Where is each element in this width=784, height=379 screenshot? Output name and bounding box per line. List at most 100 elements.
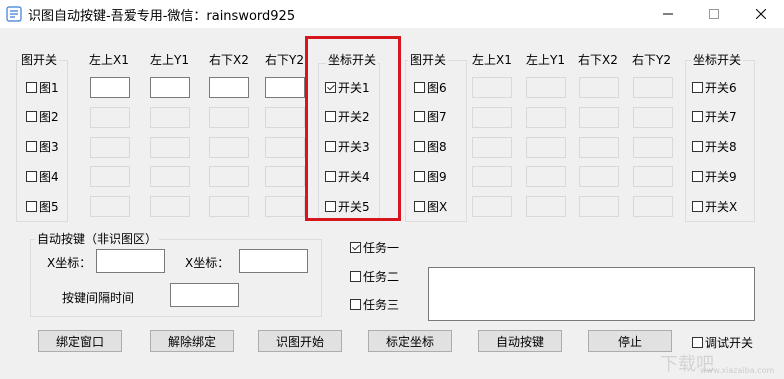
coord-input-r2-x1[interactable] <box>90 107 130 128</box>
coord-input-r7-y2[interactable] <box>633 107 673 128</box>
pic-checkbox-1[interactable]: 图1 <box>26 79 59 95</box>
coord-input-rx-x2[interactable] <box>579 196 619 217</box>
log-textarea[interactable] <box>428 267 755 321</box>
checkbox-box[interactable] <box>414 110 425 122</box>
checkbox-box[interactable] <box>692 170 703 182</box>
coord-input-r8-x1[interactable] <box>472 137 512 158</box>
coord-input-r5-x1[interactable] <box>90 196 130 217</box>
checkbox-label: 开关9 <box>705 169 737 184</box>
coord-switch-6[interactable]: 开关6 <box>692 79 737 95</box>
pic-checkbox-9[interactable]: 图9 <box>414 168 447 184</box>
checkbox-label: 任务三 <box>363 297 400 312</box>
pic-checkbox-x[interactable]: 图X <box>414 198 447 214</box>
coord-input-r3-x2[interactable] <box>209 137 249 158</box>
coord-switch-9[interactable]: 开关9 <box>692 168 737 184</box>
coord-input-r1-y1[interactable] <box>150 77 190 98</box>
coord-input-r1-y2[interactable] <box>265 77 305 98</box>
coord-input-r9-x2[interactable] <box>579 166 619 187</box>
y-coord-label: X坐标： <box>185 256 230 270</box>
pic-checkbox-3[interactable]: 图3 <box>26 138 59 154</box>
checkbox-box[interactable] <box>26 170 37 182</box>
checkbox-box[interactable] <box>26 81 37 93</box>
pic-checkbox-4[interactable]: 图4 <box>26 168 59 184</box>
coord-input-r3-y1[interactable] <box>150 137 190 158</box>
coord-input-r9-x1[interactable] <box>472 166 512 187</box>
coord-input-r4-y2[interactable] <box>265 166 305 187</box>
checkbox-box[interactable] <box>26 200 37 212</box>
checkbox-box[interactable] <box>414 170 425 182</box>
maximize-button[interactable] <box>691 0 737 28</box>
coord-input-r9-y2[interactable] <box>633 166 673 187</box>
y-coord-input[interactable] <box>239 249 308 273</box>
coord-input-rx-x1[interactable] <box>472 196 512 217</box>
coord-input-r3-x1[interactable] <box>90 137 130 158</box>
checkbox-box[interactable] <box>414 140 425 152</box>
coord-input-r2-y2[interactable] <box>265 107 305 128</box>
checkbox-box[interactable] <box>414 200 425 212</box>
coord-input-r6-y1[interactable] <box>526 77 566 98</box>
coord-input-r4-y1[interactable] <box>150 166 190 187</box>
bind-window-button[interactable]: 绑定窗口 <box>38 330 122 352</box>
checkbox-box[interactable] <box>414 81 425 93</box>
pic-checkbox-7[interactable]: 图7 <box>414 108 447 124</box>
coord-switch-7[interactable]: 开关7 <box>692 108 737 124</box>
x-coord-input[interactable] <box>96 249 165 273</box>
coord-input-r8-y2[interactable] <box>633 137 673 158</box>
coord-input-r8-y1[interactable] <box>526 137 566 158</box>
coord-input-r5-y1[interactable] <box>150 196 190 217</box>
checkbox-box[interactable] <box>692 336 703 348</box>
unbind-button[interactable]: 解除绑定 <box>150 330 234 352</box>
checkbox-box[interactable] <box>350 270 361 282</box>
coord-input-r1-x2[interactable] <box>209 77 249 98</box>
task-checkbox-2[interactable]: 任务二 <box>350 268 399 284</box>
checkbox-box[interactable] <box>350 241 361 253</box>
checkbox-box[interactable] <box>26 110 37 122</box>
auto-key-button[interactable]: 自动按键 <box>478 330 562 352</box>
task-checkbox-1[interactable]: 任务一 <box>350 239 399 255</box>
coord-input-r1-x1[interactable] <box>90 77 130 98</box>
maximize-icon <box>709 9 719 19</box>
checkbox-label: 开关X <box>705 199 738 214</box>
coord-input-r2-x2[interactable] <box>209 107 249 128</box>
pic-checkbox-6[interactable]: 图6 <box>414 79 447 95</box>
pic-checkbox-8[interactable]: 图8 <box>414 138 447 154</box>
left-pic-switch-title: 图开关 <box>19 53 60 67</box>
debug-switch[interactable]: 调试开关 <box>692 334 753 350</box>
coord-input-r6-y2[interactable] <box>633 77 673 98</box>
coord-input-r4-x1[interactable] <box>90 166 130 187</box>
coord-input-r8-x2[interactable] <box>579 137 619 158</box>
minimize-button[interactable] <box>645 0 691 28</box>
checkbox-box[interactable] <box>692 81 703 93</box>
coord-input-r5-x2[interactable] <box>209 196 249 217</box>
stop-button[interactable]: 停止 <box>588 330 672 352</box>
key-interval-label: 按键间隔时间 <box>62 291 135 305</box>
checkbox-box[interactable] <box>26 140 37 152</box>
close-button[interactable] <box>738 0 784 28</box>
coord-input-r2-y1[interactable] <box>150 107 190 128</box>
coord-input-rx-y2[interactable] <box>633 196 673 217</box>
coord-input-r6-x2[interactable] <box>579 77 619 98</box>
coord-input-r7-y1[interactable] <box>526 107 566 128</box>
checkbox-box[interactable] <box>692 140 703 152</box>
pic-checkbox-5[interactable]: 图5 <box>26 198 59 214</box>
coord-input-r7-x1[interactable] <box>472 107 512 128</box>
pic-checkbox-2[interactable]: 图2 <box>26 108 59 124</box>
key-interval-input[interactable] <box>170 283 239 307</box>
checkbox-box[interactable] <box>350 298 361 310</box>
checkbox-box[interactable] <box>692 110 703 122</box>
checkbox-box[interactable] <box>692 200 703 212</box>
coord-switch-8[interactable]: 开关8 <box>692 138 737 154</box>
start-recognition-button[interactable]: 识图开始 <box>258 330 342 352</box>
coord-input-r5-y2[interactable] <box>265 196 305 217</box>
coord-input-rx-y1[interactable] <box>526 196 566 217</box>
coord-input-r9-y1[interactable] <box>526 166 566 187</box>
task-checkbox-3[interactable]: 任务三 <box>350 296 399 312</box>
coord-input-r3-y2[interactable] <box>265 137 305 158</box>
coord-input-r4-x2[interactable] <box>209 166 249 187</box>
right-coord-switch-title: 坐标开关 <box>691 53 744 67</box>
coord-switch-x[interactable]: 开关X <box>692 198 737 214</box>
coord-input-r6-x1[interactable] <box>472 77 512 98</box>
coord-input-r7-x2[interactable] <box>579 107 619 128</box>
header-left-y1: 左上Y1 <box>150 53 189 67</box>
calibrate-coords-button[interactable]: 标定坐标 <box>368 330 452 352</box>
